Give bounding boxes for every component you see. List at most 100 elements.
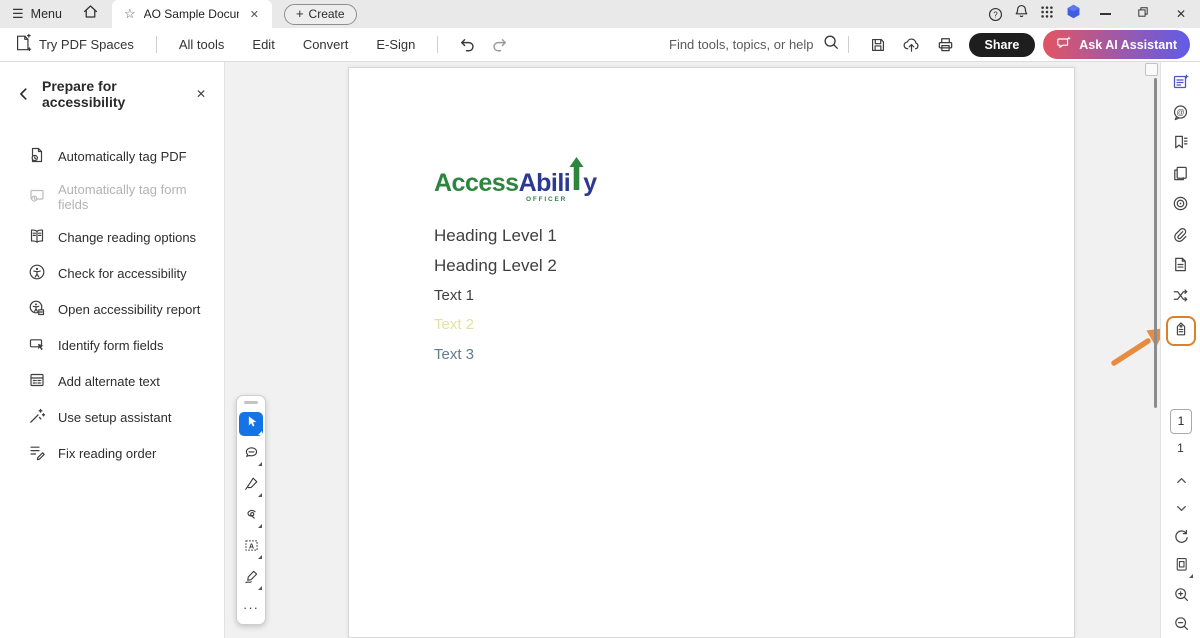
toolbar-drag-handle[interactable] xyxy=(244,401,258,404)
fill-sign-tool-button[interactable] xyxy=(239,567,263,591)
panel-item-auto-tag-pdf[interactable]: Automatically tag PDF xyxy=(0,138,224,174)
zoom-out-button[interactable] xyxy=(1169,614,1193,638)
zoom-in-button[interactable] xyxy=(1169,585,1193,609)
ask-ai-label: Ask AI Assistant xyxy=(1079,38,1177,52)
close-icon: ✕ xyxy=(1176,7,1186,21)
panel-item-check-accessibility[interactable]: Check for accessibility xyxy=(0,255,224,291)
undo-button[interactable] xyxy=(454,33,478,57)
hamburger-icon: ☰ xyxy=(12,6,24,22)
panel-item-add-alternate-text[interactable]: Add alternate text xyxy=(0,363,224,399)
home-button[interactable] xyxy=(74,0,108,28)
question-mark: ? xyxy=(993,10,998,19)
right-sidebar: @ xyxy=(1160,62,1200,638)
plus-icon: + xyxy=(296,9,304,19)
attachments-panel-button[interactable] xyxy=(1169,225,1193,249)
doc-heading-1: Heading Level 1 xyxy=(434,226,557,246)
rotate-page-button[interactable] xyxy=(1169,527,1193,551)
page-thumbnails-button[interactable] xyxy=(1169,164,1193,188)
content-panel-button[interactable] xyxy=(1169,255,1193,279)
panel-item-label: Automatically tag form fields xyxy=(58,182,208,212)
panel-item-use-setup-assistant[interactable]: Use setup assistant xyxy=(0,399,224,435)
more-tools-button[interactable]: ··· xyxy=(243,600,259,615)
close-window-button[interactable]: ✕ xyxy=(1162,0,1200,28)
lasso-draw-icon xyxy=(243,506,260,528)
paperclip-icon xyxy=(1171,225,1190,249)
redo-button[interactable] xyxy=(488,33,512,57)
minimize-button[interactable] xyxy=(1086,0,1124,28)
at-glyph: @ xyxy=(1176,107,1184,116)
target-icon xyxy=(1171,194,1190,218)
share-button[interactable]: Share xyxy=(969,33,1036,57)
help-button[interactable]: ? xyxy=(982,0,1008,28)
vertical-scrollbar[interactable] xyxy=(1154,78,1157,408)
try-pdf-spaces-button[interactable]: Try PDF Spaces xyxy=(0,33,148,56)
tab-close-icon[interactable]: ✕ xyxy=(247,6,262,23)
panel-item-label: Identify form fields xyxy=(58,338,164,353)
panel-item-label: Fix reading order xyxy=(58,446,156,461)
divider xyxy=(848,36,849,53)
rotate-icon xyxy=(1172,528,1190,551)
comment-tool-button[interactable] xyxy=(239,443,263,467)
fix-reading-order-icon xyxy=(28,443,46,464)
alternate-text-icon xyxy=(28,371,46,392)
order-panel-button[interactable] xyxy=(1169,286,1193,310)
doc-text-2: Text 2 xyxy=(434,316,474,333)
page-number-input[interactable]: 1 xyxy=(1170,409,1192,434)
document-canvas: AccessAbiliy OFFICER Heading Level 1 Hea… xyxy=(225,62,1160,638)
panel-item-label: Use setup assistant xyxy=(58,410,171,425)
search-field[interactable]: Find tools, topics, or help xyxy=(669,33,840,56)
nav-esign[interactable]: E-Sign xyxy=(362,37,429,52)
panel-close-button[interactable]: ✕ xyxy=(192,85,210,103)
select-tool-button[interactable] xyxy=(239,412,263,436)
apps-grid-button[interactable] xyxy=(1034,0,1060,28)
search-icon xyxy=(822,33,840,56)
save-button[interactable] xyxy=(863,32,893,58)
print-button[interactable] xyxy=(931,32,961,58)
create-button[interactable]: + Create xyxy=(284,4,357,25)
ask-ai-assistant-button[interactable]: Ask AI Assistant xyxy=(1043,30,1190,59)
panel-back-button[interactable] xyxy=(16,86,32,102)
notifications-button[interactable] xyxy=(1008,0,1034,28)
cloud-upload-button[interactable] xyxy=(897,32,927,58)
bookmarks-panel-button[interactable] xyxy=(1169,133,1193,157)
zoom-out-icon xyxy=(1173,615,1190,637)
minimize-icon xyxy=(1100,13,1111,14)
comments-panel-button[interactable]: @ xyxy=(1169,103,1193,127)
logo-word-navy: Abili xyxy=(519,169,571,198)
page-total-label: 1 xyxy=(1161,441,1200,455)
previous-page-button[interactable] xyxy=(1169,471,1193,495)
accessibility-tags-button[interactable] xyxy=(1169,319,1193,343)
nav-convert[interactable]: Convert xyxy=(289,37,363,52)
star-icon[interactable]: ☆ xyxy=(124,6,136,22)
accessability-logo: AccessAbiliy OFFICER xyxy=(434,154,614,203)
check-accessibility-icon xyxy=(28,263,46,284)
maximize-button[interactable] xyxy=(1124,0,1162,28)
document-tab[interactable]: ☆ AO Sample Document ✕ xyxy=(112,0,272,28)
text-box-icon: A xyxy=(243,537,260,559)
panel-item-change-reading-options[interactable]: Change reading options xyxy=(0,219,224,255)
destinations-panel-button[interactable] xyxy=(1169,194,1193,218)
panel-item-label: Automatically tag PDF xyxy=(58,149,187,164)
nav-all-tools[interactable]: All tools xyxy=(165,37,239,52)
quick-tools-toolbar: A ··· xyxy=(236,395,266,625)
page-fit-button[interactable] xyxy=(1169,555,1193,579)
logo-word-navy-end: y xyxy=(583,169,596,198)
search-placeholder: Find tools, topics, or help xyxy=(669,37,814,52)
panel-item-open-accessibility-report[interactable]: Open accessibility report xyxy=(0,291,224,327)
scroll-top-button[interactable] xyxy=(1145,63,1158,76)
reading-options-icon xyxy=(28,227,46,248)
creative-cloud-button[interactable] xyxy=(1060,0,1086,28)
next-page-button[interactable] xyxy=(1169,499,1193,523)
panel-item-identify-form-fields[interactable]: Identify form fields xyxy=(0,327,224,363)
bell-icon xyxy=(1013,3,1030,25)
panel-item-label: Check for accessibility xyxy=(58,266,187,281)
doc-heading-2: Heading Level 2 xyxy=(434,256,557,276)
titlebar-right: ? ✕ xyxy=(982,0,1200,28)
nav-edit[interactable]: Edit xyxy=(238,37,288,52)
highlight-tool-button[interactable] xyxy=(239,474,263,498)
panel-item-fix-reading-order[interactable]: Fix reading order xyxy=(0,435,224,471)
add-text-tool-button[interactable]: A xyxy=(239,536,263,560)
ai-summary-panel-button[interactable] xyxy=(1169,72,1193,96)
menu-button[interactable]: ☰ Menu xyxy=(0,0,74,28)
draw-tool-button[interactable] xyxy=(239,505,263,529)
